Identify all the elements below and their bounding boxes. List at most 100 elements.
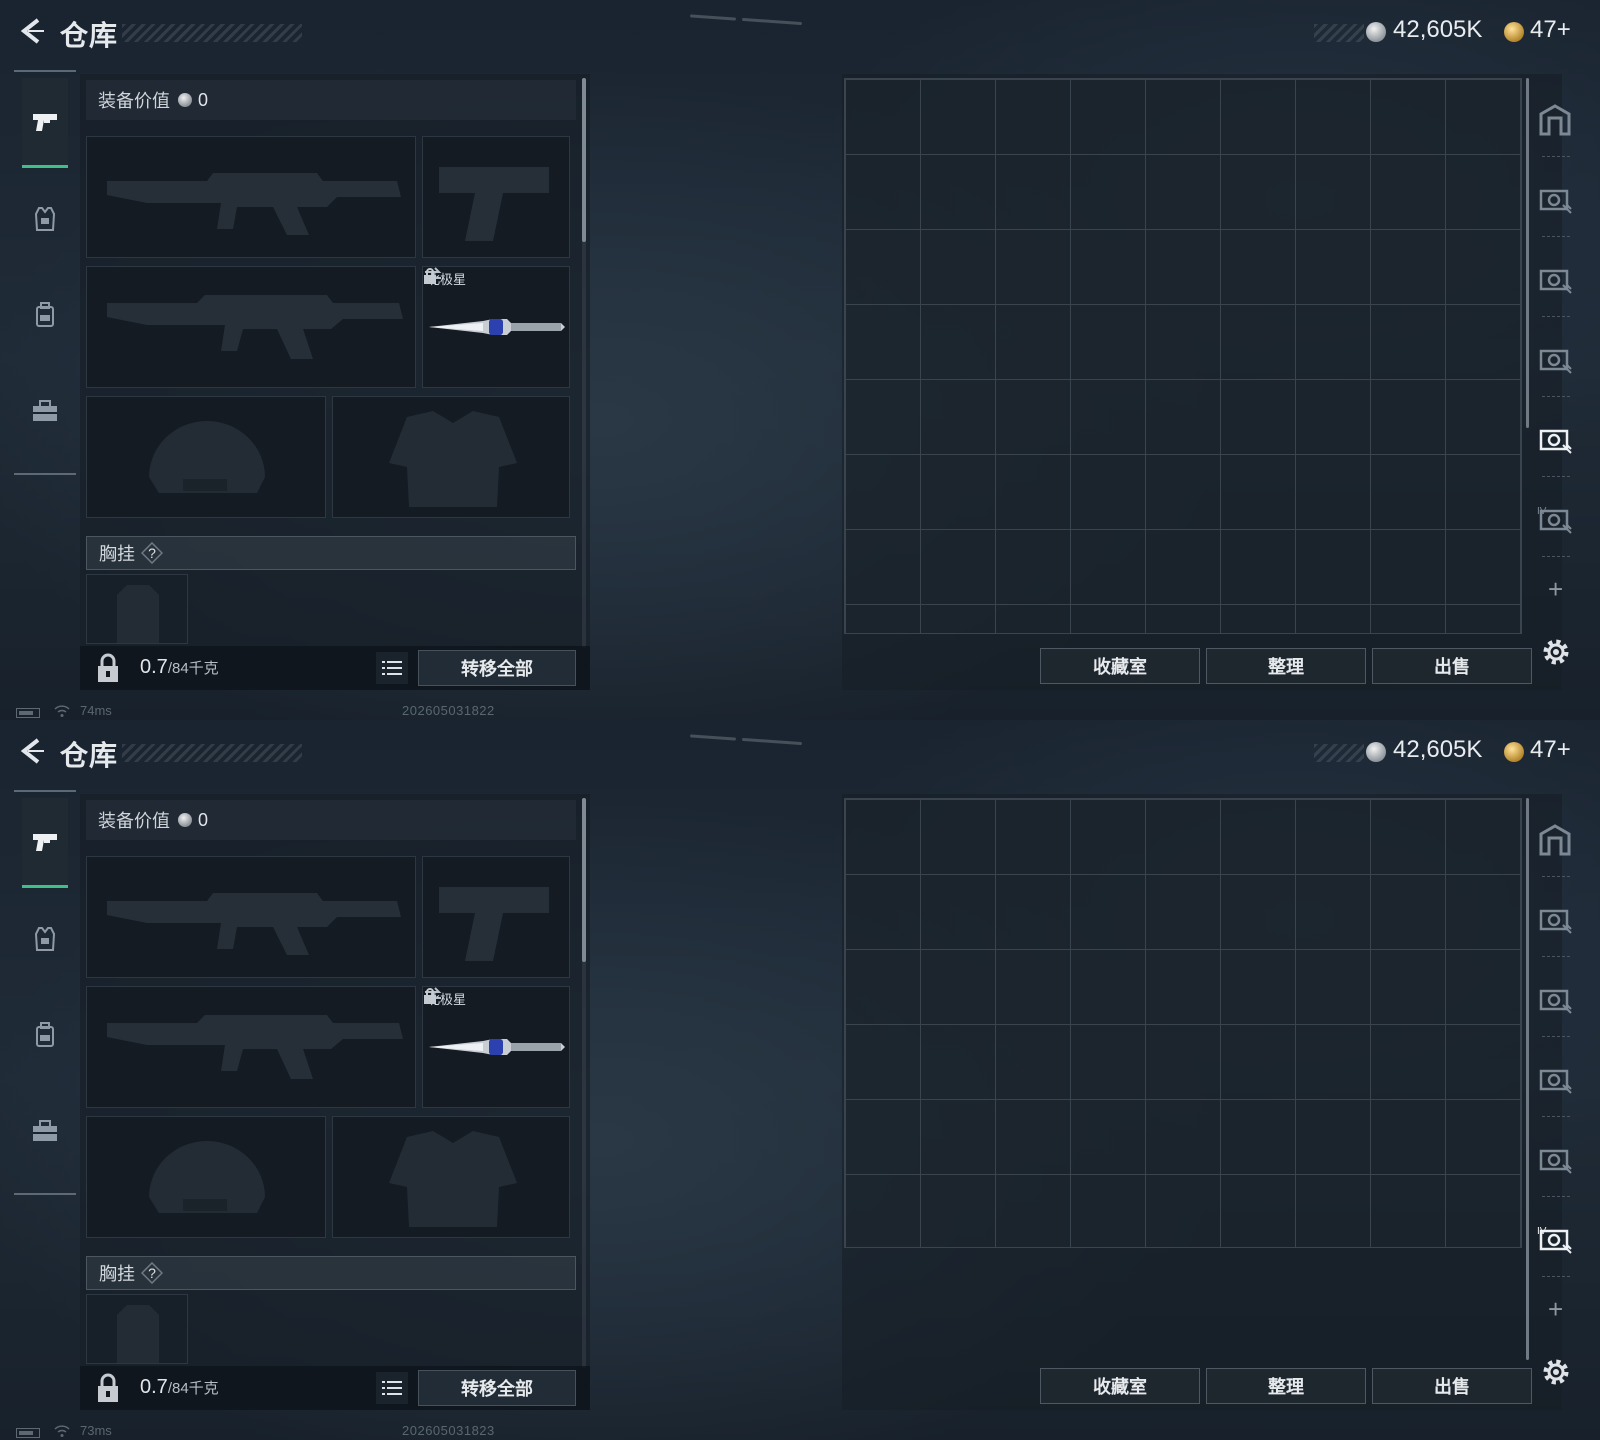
helmet-slot[interactable] xyxy=(86,396,326,518)
status-bar: 73ms 202605031823 xyxy=(0,1420,1600,1440)
equipment-value: 0 xyxy=(198,809,209,830)
equipment-value-header: 装备价值 0 xyxy=(86,800,576,840)
storage-tab-0[interactable] xyxy=(1530,84,1580,157)
primary-weapon-slot-2[interactable] xyxy=(86,266,416,388)
transfer-all-button[interactable]: 转移全部 xyxy=(418,650,576,686)
equipment-scrollbar[interactable] xyxy=(582,78,586,242)
secondary-weapon-slot[interactable] xyxy=(422,856,570,978)
storage-tab-1[interactable] xyxy=(1530,164,1580,237)
toolbox-icon xyxy=(33,400,57,421)
gear-icon[interactable] xyxy=(1540,1356,1572,1388)
collection-room-button[interactable]: 收藏室 xyxy=(1040,1368,1200,1404)
nav-divider xyxy=(14,790,76,792)
page-title: 仓库 xyxy=(60,740,119,771)
list-view-button[interactable] xyxy=(376,1372,408,1404)
storage-tab-0[interactable] xyxy=(1530,804,1580,877)
equipment-value-label: 装备价值 xyxy=(98,811,170,831)
weight-lock-icon[interactable] xyxy=(90,1370,126,1406)
storage-tab-3[interactable] xyxy=(1530,1044,1580,1117)
storage-scrollbar[interactable] xyxy=(1526,78,1529,428)
home-icon xyxy=(1539,104,1571,136)
storage-tab-5[interactable]: IV xyxy=(1530,1204,1580,1277)
sort-button[interactable]: 整理 xyxy=(1206,648,1366,684)
chest-rig-label: 胸挂 xyxy=(99,544,135,564)
nav-tab-armor[interactable] xyxy=(22,174,68,264)
storage-tab-2[interactable] xyxy=(1530,964,1580,1037)
title-decoration xyxy=(122,24,302,42)
storage-tab-2[interactable] xyxy=(1530,244,1580,317)
storage-box-icon xyxy=(1539,909,1572,934)
storage-tab-4[interactable] xyxy=(1530,404,1580,477)
warehouse-screen-2: 仓库 42,605K 47+ 装备价值 0 北极星 胸挂 ? 0.7/84千克 … xyxy=(0,720,1600,1440)
storage-tab-1[interactable] xyxy=(1530,884,1580,957)
storage-tab-3[interactable] xyxy=(1530,324,1580,397)
chest-rig-header: 胸挂 ? xyxy=(86,536,576,570)
secondary-weapon-slot[interactable] xyxy=(422,136,570,258)
currency-decoration xyxy=(1314,744,1364,762)
equipment-scrollbar[interactable] xyxy=(582,798,586,962)
gold-currency-amount[interactable]: 47+ xyxy=(1530,16,1571,44)
chest-rig-silhouette-icon xyxy=(117,585,159,643)
left-category-nav xyxy=(14,70,76,475)
gold-currency-amount[interactable]: 47+ xyxy=(1530,736,1571,764)
equipment-value-label: 装备价值 xyxy=(98,91,170,111)
chest-rig-silhouette-icon xyxy=(117,1305,159,1363)
melee-weapon-slot[interactable]: 北极星 xyxy=(422,266,570,388)
help-icon[interactable]: ? xyxy=(141,542,163,564)
nav-divider xyxy=(14,1193,76,1195)
nav-tab-toolbox[interactable] xyxy=(22,366,68,456)
armor-vest-icon xyxy=(34,927,56,951)
nav-tab-armor[interactable] xyxy=(22,894,68,984)
transfer-all-button[interactable]: 转移全部 xyxy=(418,1370,576,1406)
body-armor-slot[interactable] xyxy=(332,1116,570,1238)
storage-grid[interactable] xyxy=(844,798,1522,1248)
storage-scrollbar[interactable] xyxy=(1526,798,1529,1360)
helmet-silhouette-icon xyxy=(149,1141,265,1213)
nav-tab-weapons[interactable] xyxy=(22,78,68,168)
sell-button[interactable]: 出售 xyxy=(1372,1368,1532,1404)
collection-room-button[interactable]: 收藏室 xyxy=(1040,648,1200,684)
silver-currency-amount[interactable]: 42,605K xyxy=(1393,736,1482,764)
chest-rig-slot[interactable] xyxy=(86,1294,188,1364)
backpack-icon xyxy=(36,302,54,327)
sort-button[interactable]: 整理 xyxy=(1206,1368,1366,1404)
nav-tab-toolbox[interactable] xyxy=(22,1086,68,1176)
body-armor-slot[interactable] xyxy=(332,396,570,518)
chest-rig-slot[interactable] xyxy=(86,574,188,644)
backpack-icon xyxy=(36,1022,54,1047)
chest-rig-label: 胸挂 xyxy=(99,1264,135,1284)
storage-box-icon: IV xyxy=(1537,1226,1572,1254)
silver-currency-amount[interactable]: 42,605K xyxy=(1393,16,1482,44)
back-arrow-icon[interactable] xyxy=(16,736,46,766)
pistol-silhouette-icon xyxy=(439,167,549,241)
nav-tab-backpack[interactable] xyxy=(22,990,68,1080)
storage-box-icon xyxy=(1539,1149,1572,1174)
nav-tab-weapons[interactable] xyxy=(22,798,68,888)
melee-weapon-slot[interactable]: 北极星 xyxy=(422,986,570,1108)
help-icon[interactable]: ? xyxy=(141,1262,163,1284)
primary-weapon-slot[interactable] xyxy=(86,136,416,258)
rifle-silhouette-icon xyxy=(107,1015,403,1079)
network-ping: 73ms xyxy=(80,1423,112,1438)
storage-tab-4[interactable] xyxy=(1530,1124,1580,1197)
weight-lock-icon[interactable] xyxy=(90,650,126,686)
sell-button[interactable]: 出售 xyxy=(1372,648,1532,684)
pistol-icon xyxy=(33,833,57,851)
list-view-button[interactable] xyxy=(376,652,408,684)
help-mark: ? xyxy=(148,545,156,561)
warehouse-screen-1: 仓库 42,605K 47+ 装备价值 0 北极星 胸挂 ? 0.7/84千克 … xyxy=(0,0,1600,720)
storage-grid[interactable] xyxy=(844,78,1522,634)
storage-tab-5[interactable]: IV xyxy=(1530,484,1580,557)
primary-weapon-slot[interactable] xyxy=(86,856,416,978)
build-timestamp: 202605031822 xyxy=(402,703,495,718)
gear-icon[interactable] xyxy=(1540,636,1572,668)
add-storage-button[interactable]: + xyxy=(1548,574,1563,605)
home-icon xyxy=(1539,824,1571,856)
back-arrow-icon[interactable] xyxy=(16,16,46,46)
add-storage-button[interactable]: + xyxy=(1548,1294,1563,1325)
nav-tab-backpack[interactable] xyxy=(22,270,68,360)
primary-weapon-slot-2[interactable] xyxy=(86,986,416,1108)
helmet-slot[interactable] xyxy=(86,1116,326,1238)
gold-coin-icon xyxy=(1504,742,1524,762)
armor-silhouette-icon xyxy=(389,411,517,507)
